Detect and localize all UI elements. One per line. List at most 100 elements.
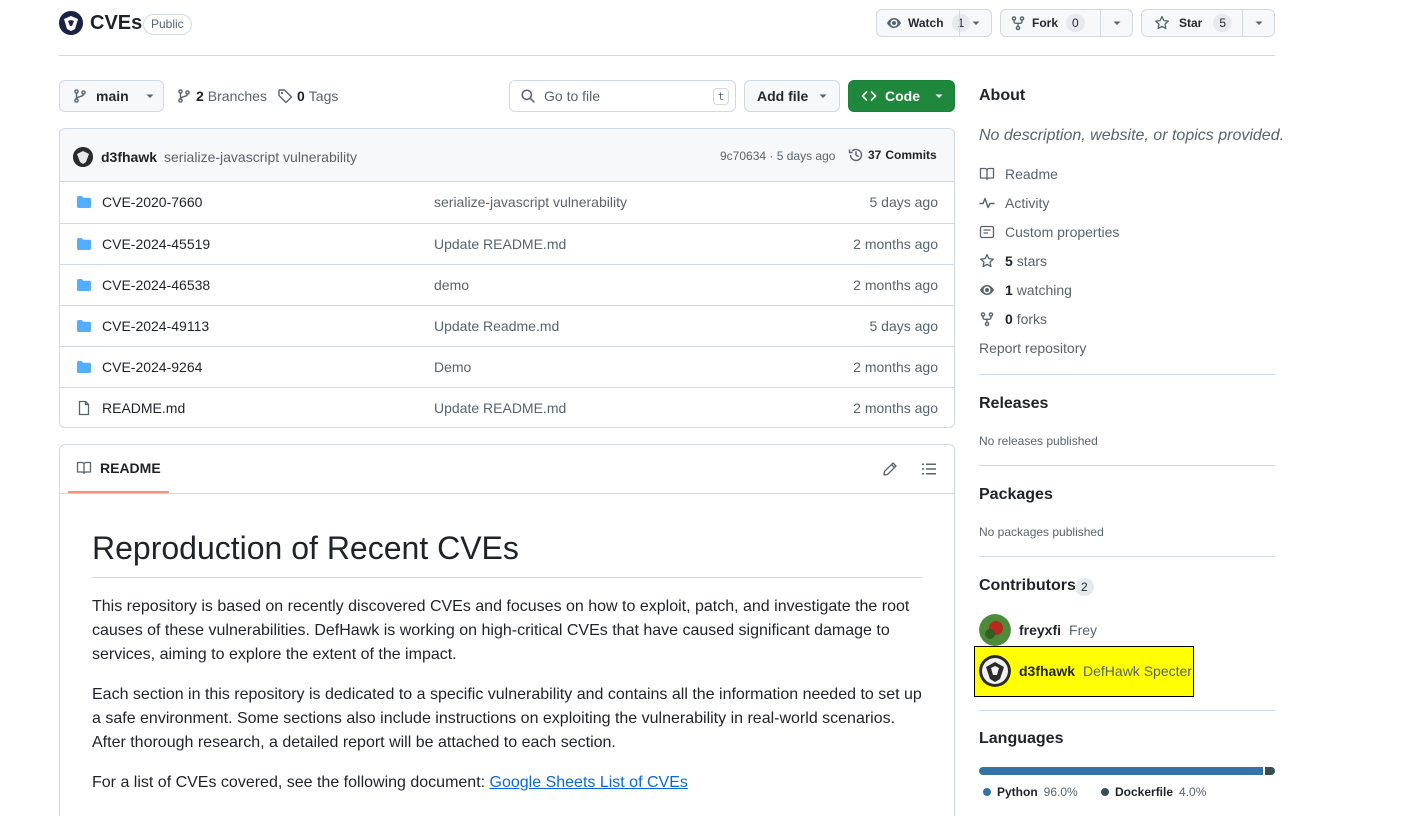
language-color-dot xyxy=(983,788,991,796)
file-row[interactable]: CVE-2020-7660 serialize-javascript vulne… xyxy=(60,182,954,223)
file-commit-date: 2 months ago xyxy=(853,359,938,375)
file-name[interactable]: CVE-2024-9264 xyxy=(102,359,202,375)
branch-selector[interactable]: main xyxy=(59,80,164,112)
readme-link[interactable]: Readme xyxy=(979,166,1058,182)
header-divider xyxy=(59,55,1275,56)
file-row[interactable]: README.md Update README.md 2 months ago xyxy=(60,387,954,427)
file-commit-message[interactable]: Update README.md xyxy=(434,236,566,252)
repo-name[interactable]: CVEs xyxy=(90,12,142,35)
file-commit-date: 5 days ago xyxy=(869,318,939,334)
report-repository-link[interactable]: Report repository xyxy=(979,340,1086,356)
sidebar-divider xyxy=(979,556,1275,557)
file-name[interactable]: CVE-2020-7660 xyxy=(102,194,202,210)
file-name[interactable]: CVE-2024-49113 xyxy=(102,318,209,334)
activity-link[interactable]: Activity xyxy=(979,195,1049,211)
commit-author-avatar[interactable] xyxy=(73,147,93,167)
about-description: No description, website, or topics provi… xyxy=(979,127,1285,144)
commit-hash-time[interactable]: 9c70634 · 5 days ago xyxy=(720,149,835,163)
readme-tab[interactable]: README xyxy=(68,445,169,493)
triangle-down-icon xyxy=(935,94,943,98)
repo-owner-avatar[interactable] xyxy=(59,11,83,35)
language-item[interactable]: Python 96.0% xyxy=(983,785,1078,799)
eye-icon xyxy=(887,18,901,28)
contributor-item[interactable]: freyxfi Frey xyxy=(979,614,1097,646)
book-icon xyxy=(76,461,92,475)
folder-icon xyxy=(77,320,91,332)
commit-message[interactable]: serialize-javascript vulnerability xyxy=(164,149,357,165)
commit-author[interactable]: d3fhawk xyxy=(101,149,157,165)
contributor-item[interactable]: d3fhawk DefHawk Specter xyxy=(979,655,1192,687)
star-icon xyxy=(1155,15,1169,30)
google-sheets-link[interactable]: Google Sheets List of CVEs xyxy=(490,774,688,791)
forks-link[interactable]: 0 forks xyxy=(979,311,1047,327)
readme-title: Reproduction of Recent CVEs xyxy=(92,530,922,578)
custom-properties-link[interactable]: Custom properties xyxy=(979,224,1119,240)
contributor-avatar[interactable] xyxy=(979,614,1011,646)
commits-history-link[interactable]: 37 Commits xyxy=(848,147,937,163)
file-name[interactable]: CVE-2024-46538 xyxy=(102,277,210,293)
releases-heading[interactable]: Releases xyxy=(979,395,1048,413)
language-bar xyxy=(979,767,1275,775)
star-dropdown[interactable] xyxy=(1242,10,1274,36)
forks-count: 0 xyxy=(1005,311,1013,327)
file-row[interactable]: CVE-2024-45519 Update README.md 2 months… xyxy=(60,223,954,264)
fork-button[interactable]: Fork 0 xyxy=(1000,9,1133,37)
watch-button[interactable]: Watch 1 xyxy=(876,9,992,37)
contributor-avatar[interactable] xyxy=(979,655,1011,687)
history-icon xyxy=(848,148,863,162)
file-commit-message[interactable]: Update README.md xyxy=(434,400,566,416)
file-row[interactable]: CVE-2024-46538 demo 2 months ago xyxy=(60,264,954,305)
packages-heading[interactable]: Packages xyxy=(979,486,1053,504)
language-bar-segment-python xyxy=(979,767,1264,775)
packages-empty-text: No packages published xyxy=(979,525,1104,539)
watch-dropdown[interactable] xyxy=(959,10,991,36)
commits-count: 37 xyxy=(868,148,882,162)
readme-paragraph-2: Each section in this repository is dedic… xyxy=(92,686,922,751)
contributor-login[interactable]: freyxfi xyxy=(1019,622,1061,638)
branches-link[interactable]: 2 Branches xyxy=(176,88,267,104)
contributors-heading[interactable]: Contributors xyxy=(979,577,1076,595)
list-unordered-icon[interactable] xyxy=(921,461,937,477)
add-file-button[interactable]: Add file xyxy=(744,80,840,112)
about-heading: About xyxy=(979,87,1026,104)
triangle-down-icon xyxy=(1113,21,1120,25)
file-commit-date: 5 days ago xyxy=(869,194,939,210)
folder-icon xyxy=(77,279,91,291)
go-to-file-input[interactable]: Go to file t xyxy=(509,80,736,112)
code-button[interactable]: Code xyxy=(848,80,955,112)
releases-empty-text: No releases published xyxy=(979,434,1098,448)
fork-dropdown[interactable] xyxy=(1100,10,1132,36)
forks-label: forks xyxy=(1016,311,1048,327)
file-row[interactable]: CVE-2024-49113 Update Readme.md 5 days a… xyxy=(60,305,954,346)
repo-forked-icon xyxy=(980,312,994,327)
watching-label: watching xyxy=(1016,282,1072,298)
language-name: Dockerfile xyxy=(1115,785,1174,799)
readme-tab-label: README xyxy=(100,460,161,476)
star-button[interactable]: Star 5 xyxy=(1141,9,1275,37)
language-item[interactable]: Dockerfile 4.0% xyxy=(1101,785,1206,799)
file-commit-message[interactable]: Update Readme.md xyxy=(434,318,559,334)
pencil-icon[interactable] xyxy=(882,461,898,477)
latest-commit-bar: d3fhawk serialize-javascript vulnerabili… xyxy=(60,129,954,182)
file-commit-message[interactable]: Demo xyxy=(434,359,471,375)
keyboard-shortcut-hint: t xyxy=(713,88,729,105)
star-count: 5 xyxy=(1213,14,1233,32)
watching-link[interactable]: 1 watching xyxy=(979,282,1072,298)
contributor-login[interactable]: d3fhawk xyxy=(1019,663,1075,679)
star-icon xyxy=(980,253,994,268)
file-commit-message[interactable]: serialize-javascript vulnerability xyxy=(434,194,627,210)
contributor-name: DefHawk Specter xyxy=(1083,663,1192,679)
git-branch-icon xyxy=(74,89,86,103)
language-name: Python xyxy=(997,785,1038,799)
code-icon xyxy=(861,91,877,101)
branch-name: main xyxy=(96,88,129,104)
file-name[interactable]: README.md xyxy=(102,400,185,416)
note-icon xyxy=(979,225,995,239)
tags-link[interactable]: 0 Tags xyxy=(277,88,338,104)
file-name[interactable]: CVE-2024-45519 xyxy=(102,236,210,252)
book-icon xyxy=(979,167,995,181)
file-row[interactable]: CVE-2024-9264 Demo 2 months ago xyxy=(60,346,954,387)
readme-paragraph-1: This repository is based on recently dis… xyxy=(92,598,910,663)
file-commit-message[interactable]: demo xyxy=(434,277,469,293)
stars-link[interactable]: 5 stars xyxy=(979,253,1047,269)
